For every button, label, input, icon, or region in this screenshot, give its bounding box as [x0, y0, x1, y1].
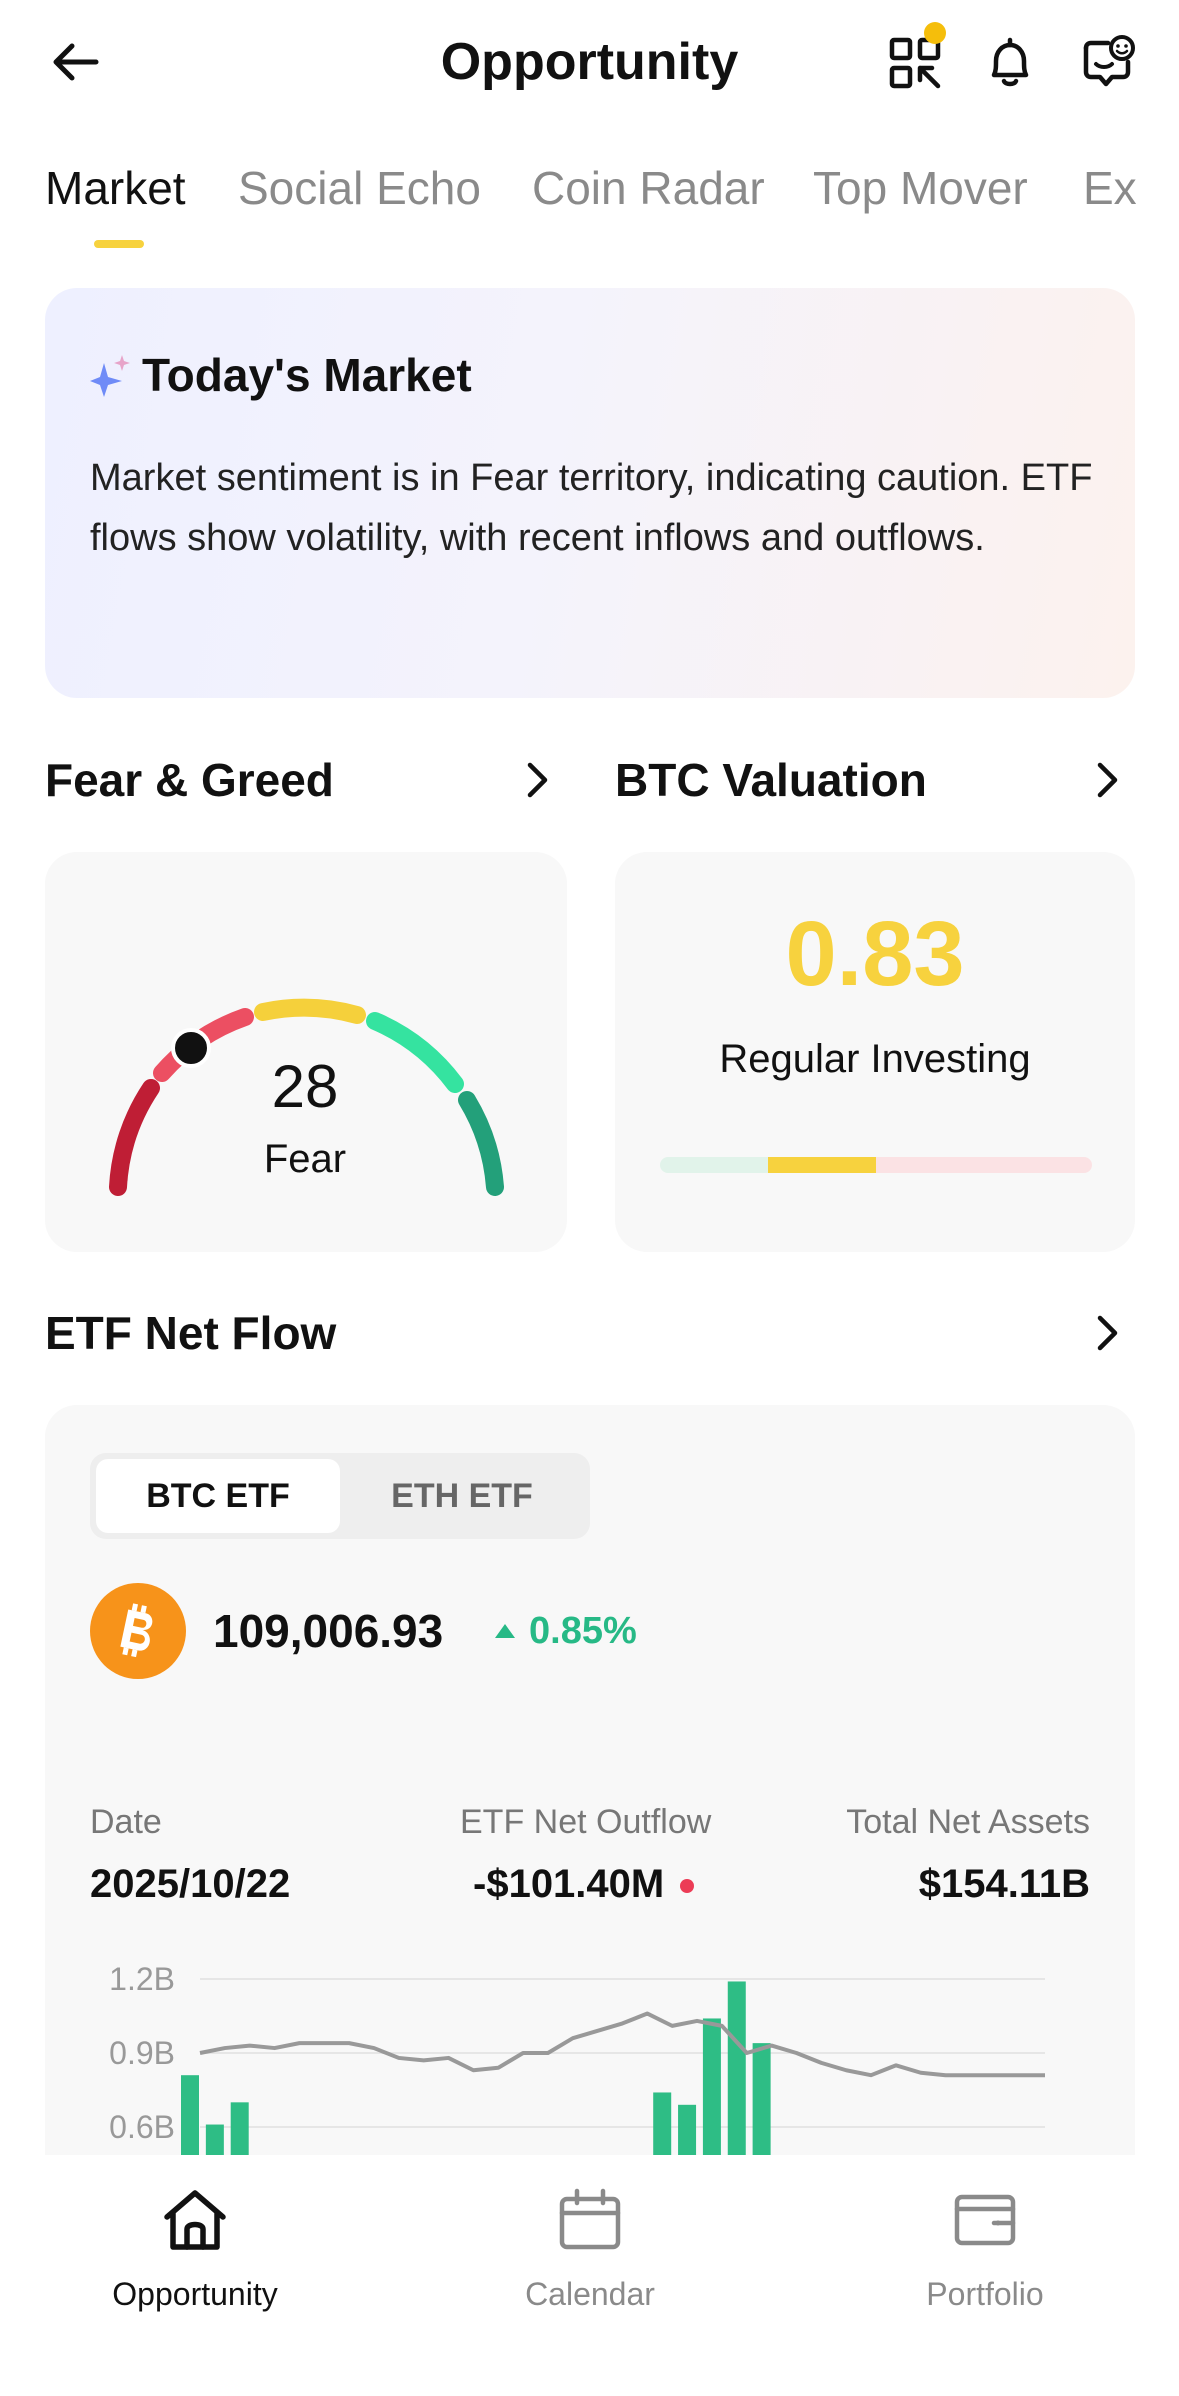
- chevron-right-icon: [527, 762, 548, 798]
- etf-type-switch: BTC ETF ETH ETF: [90, 1453, 590, 1539]
- scan-button[interactable]: [880, 22, 950, 96]
- btc-valuation-value: 0.83: [785, 903, 965, 1005]
- tab-coin-radar[interactable]: Coin Radar: [532, 158, 765, 218]
- sparkle-icon: [90, 355, 130, 397]
- nav-opportunity[interactable]: Opportunity: [45, 2180, 345, 2316]
- etf-flow-bar: [678, 2104, 697, 2155]
- etf-flow-chart[interactable]: 1.2B 0.9B 0.6B: [45, 1945, 1135, 2155]
- category-tabs: Market Social Echo Coin Radar Top Mover …: [0, 150, 1179, 260]
- etf-flow-bar: [653, 2092, 672, 2155]
- active-tab-indicator: [94, 240, 144, 248]
- nav-calendar-label: Calendar: [525, 2276, 655, 2312]
- btc-price-change-value: 0.85%: [529, 1610, 637, 1652]
- etf-flow-bar: [181, 2075, 199, 2155]
- support-chat-icon: [1083, 35, 1135, 87]
- etf-flow-bar: [205, 2124, 224, 2155]
- total-net-assets-label: Total Net Assets: [846, 1803, 1090, 1841]
- todays-market-card: Today's Market Market sentiment is in Fe…: [45, 288, 1135, 698]
- etf-flow-bar: [230, 2102, 249, 2155]
- notification-dot: [924, 22, 946, 44]
- etf-net-flow-more-button[interactable]: [1088, 1303, 1128, 1363]
- bitcoin-logo: [90, 1583, 186, 1679]
- date-value: 2025/10/22: [90, 1862, 291, 1906]
- header: Opportunity: [0, 0, 1179, 130]
- tabs-edge: [1139, 150, 1179, 260]
- etf-flow-bar: [702, 2018, 721, 2155]
- todays-market-summary: Market sentiment is in Fear territory, i…: [90, 457, 1093, 559]
- tab-social-echo[interactable]: Social Echo: [238, 158, 481, 218]
- up-triangle-icon: [495, 1624, 515, 1638]
- etf-flow-bar: [752, 2043, 771, 2155]
- fear-greed-card[interactable]: 28 Fear: [45, 852, 567, 1252]
- todays-market-title: Today's Market: [142, 349, 472, 401]
- nav-calendar[interactable]: Calendar: [440, 2180, 740, 2316]
- y-tick-label: 0.6B: [109, 2109, 175, 2145]
- y-tick-label: 1.2B: [109, 1961, 175, 1997]
- nav-portfolio-label: Portfolio: [926, 2276, 1044, 2312]
- back-button[interactable]: [40, 30, 110, 94]
- fear-greed-label: Fear: [263, 1137, 347, 1181]
- outflow-indicator-dot: [680, 1879, 695, 1894]
- total-net-assets-value: $154.11B: [918, 1862, 1090, 1906]
- notifications-button[interactable]: [975, 30, 1045, 96]
- fear-greed-more-button[interactable]: [518, 750, 558, 810]
- valuation-range-low: [660, 1157, 768, 1173]
- net-outflow: -$101.40M: [473, 1857, 695, 1911]
- bell-icon: [991, 37, 1029, 87]
- tab-btc-etf[interactable]: BTC ETF: [96, 1459, 340, 1533]
- valuation-range-bar: [660, 1157, 1092, 1173]
- chevron-right-icon: [1097, 762, 1118, 798]
- bottom-navigation: Opportunity Calendar Portfolio: [0, 2155, 1179, 2396]
- btc-price: 109,006.93: [213, 1605, 444, 1657]
- net-outflow-value: -$101.40M: [473, 1862, 665, 1906]
- chevron-right-icon: [1097, 1315, 1118, 1351]
- wallet-icon: [954, 2194, 1016, 2246]
- btc-valuation-title[interactable]: BTC Valuation: [615, 750, 927, 810]
- support-chat-button[interactable]: [1072, 30, 1142, 96]
- date-label: Date: [90, 1803, 162, 1841]
- valuation-range-high: [876, 1157, 1092, 1173]
- etf-net-flow-title[interactable]: ETF Net Flow: [45, 1303, 336, 1363]
- nav-portfolio[interactable]: Portfolio: [835, 2180, 1135, 2316]
- fear-greed-value: 28: [271, 1053, 339, 1120]
- btc-valuation-label: Regular Investing: [719, 1037, 1031, 1081]
- y-tick-label: 0.9B: [109, 2035, 175, 2071]
- etf-flow-bar: [727, 1981, 746, 2155]
- nav-opportunity-label: Opportunity: [112, 2276, 278, 2312]
- btc-price-change: 0.85%: [495, 1601, 637, 1661]
- tab-top-mover[interactable]: Top Mover: [813, 158, 1028, 218]
- btc-valuation-card[interactable]: 0.83 Regular Investing: [615, 852, 1135, 1252]
- calendar-icon: [559, 2188, 621, 2250]
- net-outflow-label: ETF Net Outflow: [460, 1803, 712, 1841]
- tab-eth-etf[interactable]: ETH ETF: [340, 1459, 584, 1533]
- valuation-range-current: [768, 1157, 876, 1173]
- fear-greed-title[interactable]: Fear & Greed: [45, 750, 334, 810]
- etf-card: BTC ETF ETH ETF 109,006.93 0.85% Date 20…: [45, 1405, 1135, 2155]
- gauge-segment-neutral: [254, 998, 366, 1024]
- btc-valuation-more-button[interactable]: [1088, 750, 1128, 810]
- bitcoin-icon: [120, 1603, 153, 1658]
- back-arrow-icon: [53, 43, 99, 81]
- total-net-assets-line: [199, 2011, 1045, 2078]
- todays-market-header: Today's Market: [90, 348, 472, 402]
- tab-market[interactable]: Market: [45, 158, 186, 218]
- home-icon: [164, 2190, 226, 2250]
- qr-scan-icon: [889, 37, 941, 89]
